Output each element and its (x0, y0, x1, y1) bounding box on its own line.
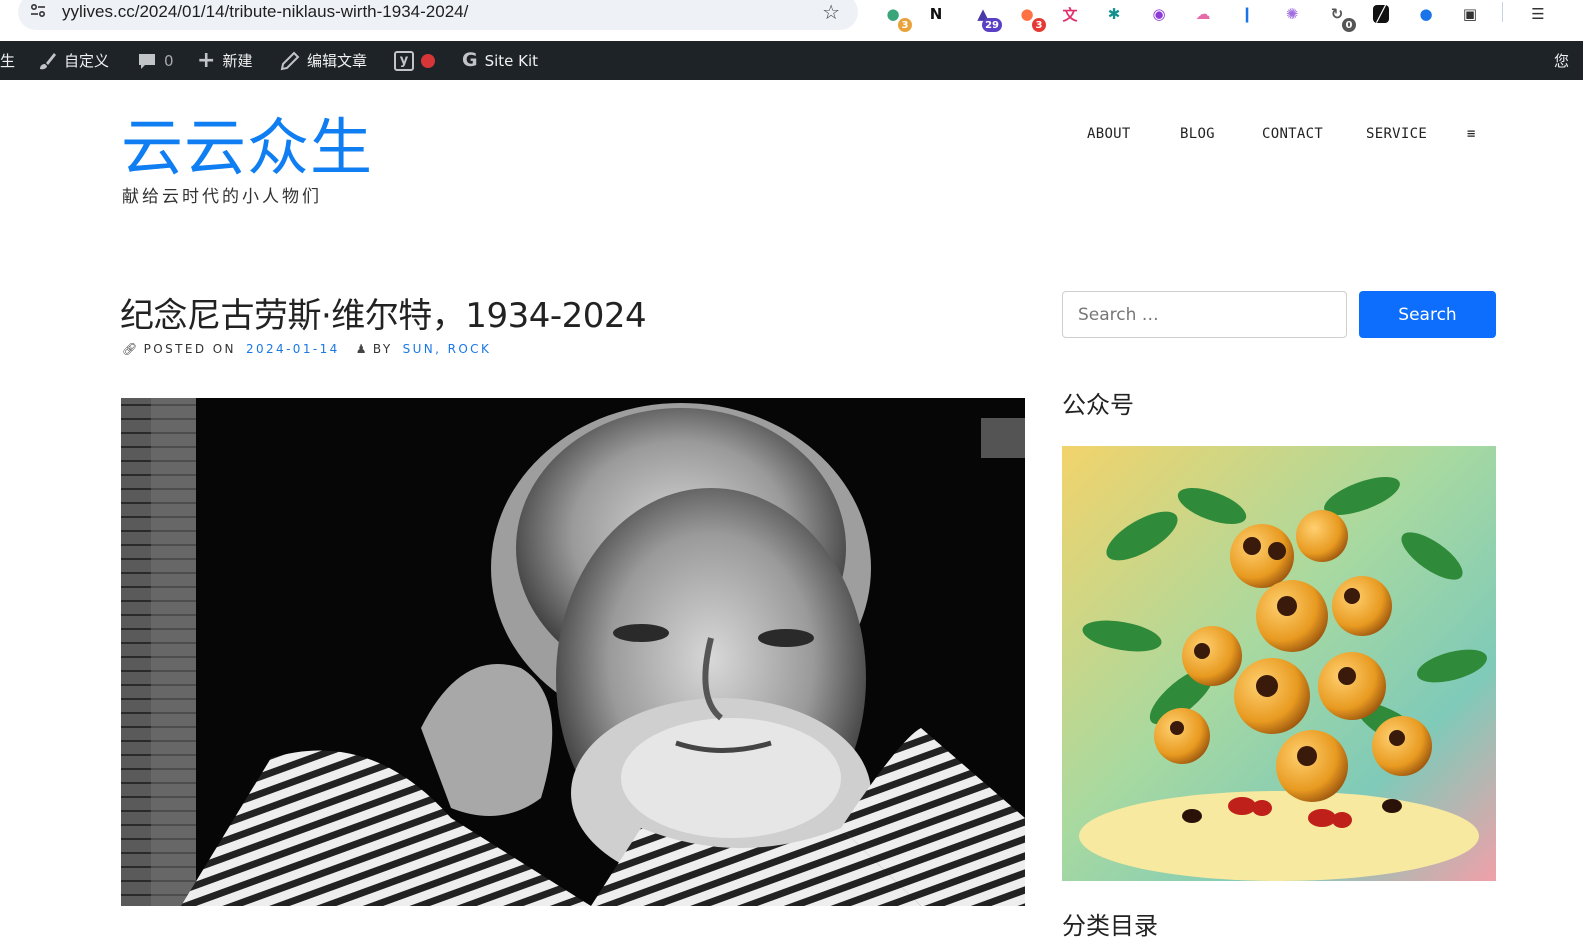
new-content-button[interactable]: + 新建 (197, 41, 252, 80)
reading-list-icon[interactable]: ☰ (1525, 0, 1551, 28)
posted-on-label: POSTED ON (143, 342, 236, 356)
wechat-widget-title: 公众号 (1062, 391, 1134, 419)
post-title: 纪念尼古劳斯·维尔特，1934-2024 (120, 296, 647, 336)
pencil-icon (280, 51, 300, 70)
graduation-cap-icon[interactable]: ▲ 29 (970, 0, 1002, 32)
nav-menu-toggle-icon[interactable]: ≡ (1467, 126, 1476, 142)
yoast-icon: y (394, 50, 414, 71)
search-input[interactable] (1062, 291, 1347, 338)
google-g-icon: G (462, 49, 478, 71)
site-name-fragment: 生 (0, 52, 16, 70)
url-text[interactable]: yylives.cc/2024/01/14/tribute-niklaus-wi… (62, 2, 468, 22)
openai-icon[interactable]: ✺ (1279, 0, 1305, 28)
chatgpt-ext-icon[interactable]: ● 3 (880, 0, 912, 32)
bookmark-star-icon[interactable]: ☆ (822, 0, 840, 24)
toolbar-divider (1502, 2, 1503, 22)
featured-image-portrait (121, 398, 1025, 906)
feather-icon[interactable]: ❙ (1234, 0, 1260, 28)
paintbrush-icon (40, 52, 56, 69)
extension-badge: 3 (898, 18, 912, 32)
plus-icon: + (197, 47, 216, 73)
customize-label: 自定义 (64, 52, 110, 70)
wechat-cover-image (1062, 446, 1496, 881)
circles-icon[interactable]: ● 3 (1014, 0, 1046, 32)
notion-icon[interactable]: N (923, 0, 949, 28)
slash-ext-icon[interactable]: ╱ (1368, 0, 1394, 28)
nav-service[interactable]: SERVICE (1366, 126, 1427, 142)
my-account-button[interactable]: 您 (1554, 41, 1569, 80)
nav-contact[interactable]: CONTACT (1262, 126, 1323, 142)
howdy-fragment: 您 (1554, 52, 1570, 70)
link-icon: 🔗︎ (122, 342, 140, 356)
g-circle-icon[interactable]: ● (1413, 0, 1439, 28)
edit-post-label: 编辑文章 (307, 52, 368, 70)
site-kit-button[interactable]: G Site Kit (462, 41, 538, 80)
customize-button[interactable]: 自定义 (37, 41, 109, 80)
browser-toolbar: yylives.cc/2024/01/14/tribute-niklaus-wi… (0, 0, 1583, 41)
edit-post-button[interactable]: 编辑文章 (280, 41, 367, 80)
site-tagline: 献给云时代的小人物们 (122, 187, 322, 207)
address-bar[interactable]: yylives.cc/2024/01/14/tribute-niklaus-wi… (18, 0, 858, 30)
nav-blog[interactable]: BLOG (1180, 126, 1215, 142)
nav-about[interactable]: ABOUT (1087, 126, 1131, 142)
author-icon: ♟ (355, 342, 369, 356)
post-date-link[interactable]: 2024-01-14 (246, 342, 340, 356)
by-label: BY (372, 342, 393, 356)
refresh-ext-icon[interactable]: ↻ 0 (1324, 0, 1356, 32)
site-info-icon[interactable] (29, 2, 47, 20)
admin-site-name[interactable]: 生 (0, 41, 15, 80)
search-button[interactable]: Search (1359, 291, 1496, 338)
translate-icon[interactable]: 文 (1057, 0, 1083, 28)
categories-widget-title: 分类目录 (1062, 912, 1158, 940)
comments-button[interactable]: 0 (137, 41, 174, 80)
comments-count: 0 (164, 51, 174, 70)
seo-status-dot-icon (421, 53, 435, 68)
post-author-link[interactable]: SUN, ROCK (403, 342, 492, 356)
cloud-ext-icon[interactable]: ☁ (1190, 0, 1216, 28)
yoast-seo-button[interactable]: y (394, 41, 435, 80)
site-title[interactable]: 云云众生 (121, 108, 373, 188)
comment-bubble-icon (139, 53, 155, 69)
lp-icon[interactable]: ◉ (1146, 0, 1172, 28)
wp-admin-bar: 生 自定义 0 + 新建 编辑文章 y G Site Kit 您 (0, 41, 1583, 80)
site-kit-label: Site Kit (484, 51, 539, 70)
extension-badge: 3 (1032, 18, 1046, 32)
new-label: 新建 (222, 52, 253, 70)
extension-badge: 29 (982, 18, 1002, 32)
puzzle-icon[interactable]: ▣ (1457, 0, 1483, 28)
extension-badge: 0 (1342, 18, 1356, 32)
post-meta: 🔗︎ POSTED ON 2024-01-14 ♟ BY SUN, ROCK (122, 342, 491, 356)
grid-ext-icon[interactable]: ✱ (1101, 0, 1127, 28)
